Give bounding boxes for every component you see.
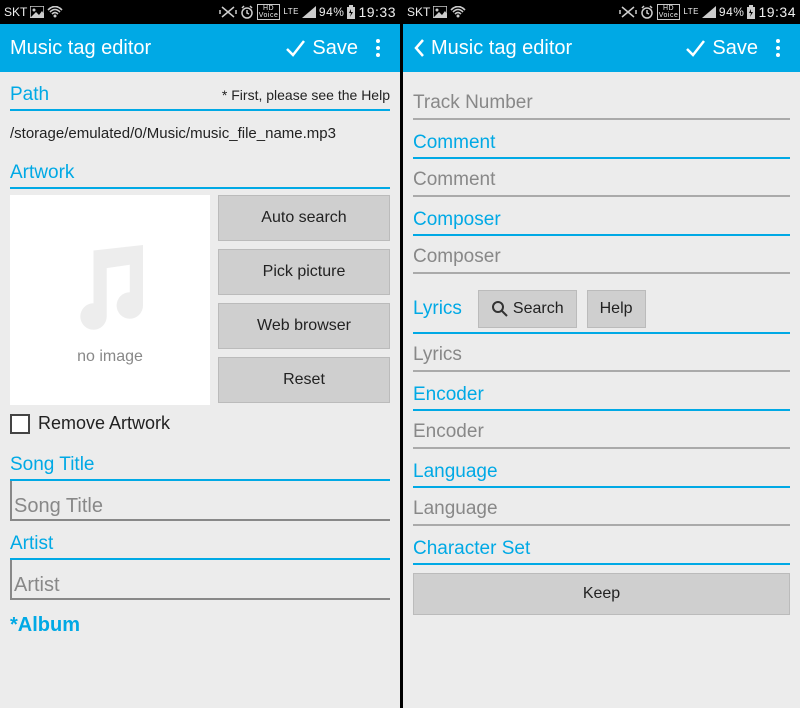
web-browser-button[interactable]: Web browser xyxy=(218,303,390,349)
lyrics-input[interactable]: Lyrics xyxy=(413,334,790,372)
artist-label: Artist xyxy=(10,521,390,560)
path-section-header: Path * First, please see the Help xyxy=(10,78,390,111)
alarm-icon xyxy=(640,5,654,19)
battery-icon xyxy=(347,5,355,19)
language-label: Language xyxy=(413,449,790,488)
vibrate-icon xyxy=(219,5,237,19)
music-note-icon xyxy=(55,234,165,344)
track-number-input[interactable]: Track Number xyxy=(413,78,790,120)
wifi-icon xyxy=(47,6,63,18)
overflow-menu-icon[interactable] xyxy=(366,39,390,57)
song-title-label: Song Title xyxy=(10,442,390,481)
charset-label: Character Set xyxy=(413,526,790,565)
artist-input[interactable]: Artist xyxy=(10,560,390,600)
encoder-label: Encoder xyxy=(413,372,790,411)
help-notice: * First, please see the Help xyxy=(222,87,390,103)
screen-right: SKT HDVoice LTE 94% 19:34 Music tag edit… xyxy=(400,0,800,708)
save-button[interactable]: Save xyxy=(284,37,358,60)
battery-pct: 94% xyxy=(719,5,745,19)
lyrics-search-button[interactable]: Search xyxy=(478,290,577,328)
lyrics-label: Lyrics xyxy=(413,298,462,320)
clock: 19:33 xyxy=(358,4,396,20)
lte-label: LTE xyxy=(683,8,699,16)
picture-icon xyxy=(30,6,44,18)
song-title-input[interactable]: Song Title xyxy=(10,481,390,521)
wifi-icon xyxy=(450,6,466,18)
encoder-input[interactable]: Encoder xyxy=(413,411,790,449)
reset-button[interactable]: Reset xyxy=(218,357,390,403)
charset-keep-button[interactable]: Keep xyxy=(413,573,790,615)
alarm-icon xyxy=(240,5,254,19)
remove-artwork-label: Remove Artwork xyxy=(38,413,170,434)
clock: 19:34 xyxy=(758,4,796,20)
album-label: *Album xyxy=(10,600,390,640)
app-bar: Music tag editor Save xyxy=(403,24,800,72)
artwork-preview[interactable]: no image xyxy=(10,195,210,405)
app-title: Music tag editor xyxy=(10,37,284,60)
signal-icon xyxy=(702,6,716,18)
pick-picture-button[interactable]: Pick picture xyxy=(218,249,390,295)
hd-voice: HD xyxy=(263,5,274,12)
picture-icon xyxy=(433,6,447,18)
battery-pct: 94% xyxy=(319,5,345,19)
auto-search-button[interactable]: Auto search xyxy=(218,195,390,241)
app-title: Music tag editor xyxy=(431,37,572,60)
back-icon[interactable] xyxy=(413,38,425,58)
remove-artwork-checkbox[interactable] xyxy=(10,414,30,434)
screen-left: SKT HDVoice LTE 94% 19:33 Music tag edit… xyxy=(0,0,400,708)
status-bar: SKT HDVoice LTE 94% 19:33 xyxy=(0,0,400,24)
artwork-label: Artwork xyxy=(10,156,390,189)
app-bar: Music tag editor Save xyxy=(0,24,400,72)
comment-label: Comment xyxy=(413,120,790,159)
comment-input[interactable]: Comment xyxy=(413,159,790,197)
save-button[interactable]: Save xyxy=(684,37,758,60)
carrier-label: SKT xyxy=(4,5,27,19)
battery-icon xyxy=(747,5,755,19)
vibrate-icon xyxy=(619,5,637,19)
status-bar: SKT HDVoice LTE 94% 19:34 xyxy=(403,0,800,24)
composer-input[interactable]: Composer xyxy=(413,236,790,274)
language-input[interactable]: Language xyxy=(413,488,790,526)
check-icon xyxy=(684,37,706,59)
search-icon xyxy=(491,300,509,318)
signal-icon xyxy=(302,6,316,18)
composer-label: Composer xyxy=(413,197,790,236)
remove-artwork-row[interactable]: Remove Artwork xyxy=(10,405,390,442)
carrier-label: SKT xyxy=(407,5,430,19)
overflow-menu-icon[interactable] xyxy=(766,39,790,57)
path-value: /storage/emulated/0/Music/music_file_nam… xyxy=(10,111,390,156)
path-label: Path xyxy=(10,84,49,106)
lyrics-help-button[interactable]: Help xyxy=(587,290,646,328)
check-icon xyxy=(284,37,306,59)
lte-label: LTE xyxy=(283,8,299,16)
